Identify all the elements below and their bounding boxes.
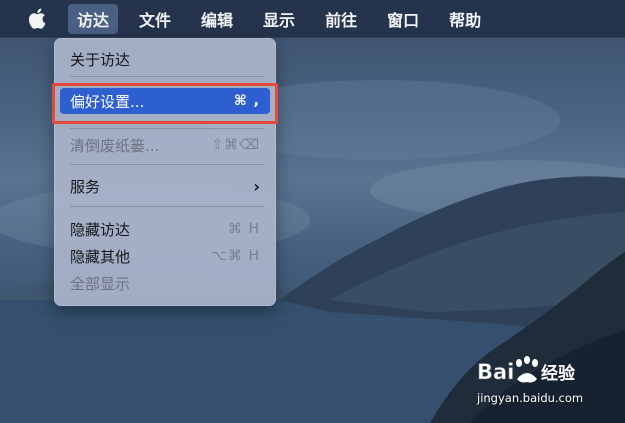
menu-item-preferences[interactable]: 偏好设置... ⌘ ,: [60, 88, 270, 114]
menu-item-empty-trash: 清倒废纸篓... ⇧⌘⌫: [60, 132, 270, 158]
apple-icon[interactable]: [26, 7, 48, 31]
svg-text:Bai: Bai: [477, 360, 514, 384]
menu-separator: [70, 164, 264, 165]
menu-view[interactable]: 显示: [254, 4, 304, 34]
menu-separator: [70, 76, 264, 77]
svg-text:经验: 经验: [541, 363, 576, 384]
menu-item-label: 服务: [70, 177, 101, 196]
shortcut-label: ⌥⌘ H: [210, 248, 260, 264]
menu-item-label: 隐藏其他: [70, 247, 131, 266]
menu-file[interactable]: 文件: [130, 4, 180, 34]
menu-item-label: 偏好设置...: [70, 92, 145, 111]
menu-item-services[interactable]: 服务 ›: [60, 173, 270, 199]
menu-window[interactable]: 窗口: [378, 4, 428, 34]
watermark-url: jingyan.baidu.com: [477, 391, 584, 405]
shortcut-label: ⌘ ,: [233, 93, 260, 109]
menu-item-label: 关于访达: [70, 50, 131, 69]
shortcut-label: ⌘ H: [228, 221, 260, 237]
menu-bar: 访达 文件 编辑 显示 前往 窗口 帮助: [0, 0, 625, 38]
menu-item-label: 全部显示: [70, 274, 131, 293]
menu-edit[interactable]: 编辑: [192, 4, 242, 34]
menu-item-about-finder[interactable]: 关于访达: [60, 46, 270, 72]
menu-item-show-all: 全部显示: [60, 270, 270, 296]
finder-dropdown-menu: 关于访达 偏好设置... ⌘ , 清倒废纸篓... ⇧⌘⌫ 服务 › 隐藏访达 …: [54, 38, 276, 306]
menu-item-label: 清倒废纸篓...: [70, 136, 160, 155]
baidu-watermark: Bai 经验 jingyan.baidu.com: [475, 351, 595, 409]
menu-help[interactable]: 帮助: [440, 4, 490, 34]
menu-item-label: 隐藏访达: [70, 220, 131, 239]
menu-finder[interactable]: 访达: [68, 3, 119, 34]
shortcut-label: ⇧⌘⌫: [211, 137, 260, 153]
baidu-logo: Bai 经验: [477, 356, 576, 384]
menu-separator: [70, 128, 264, 129]
menu-separator: [70, 206, 264, 207]
chevron-right-icon: ›: [253, 176, 260, 196]
menu-item-hide-finder[interactable]: 隐藏访达 ⌘ H: [60, 216, 270, 242]
menu-go[interactable]: 前往: [316, 4, 366, 34]
menu-item-hide-others[interactable]: 隐藏其他 ⌥⌘ H: [60, 243, 270, 269]
